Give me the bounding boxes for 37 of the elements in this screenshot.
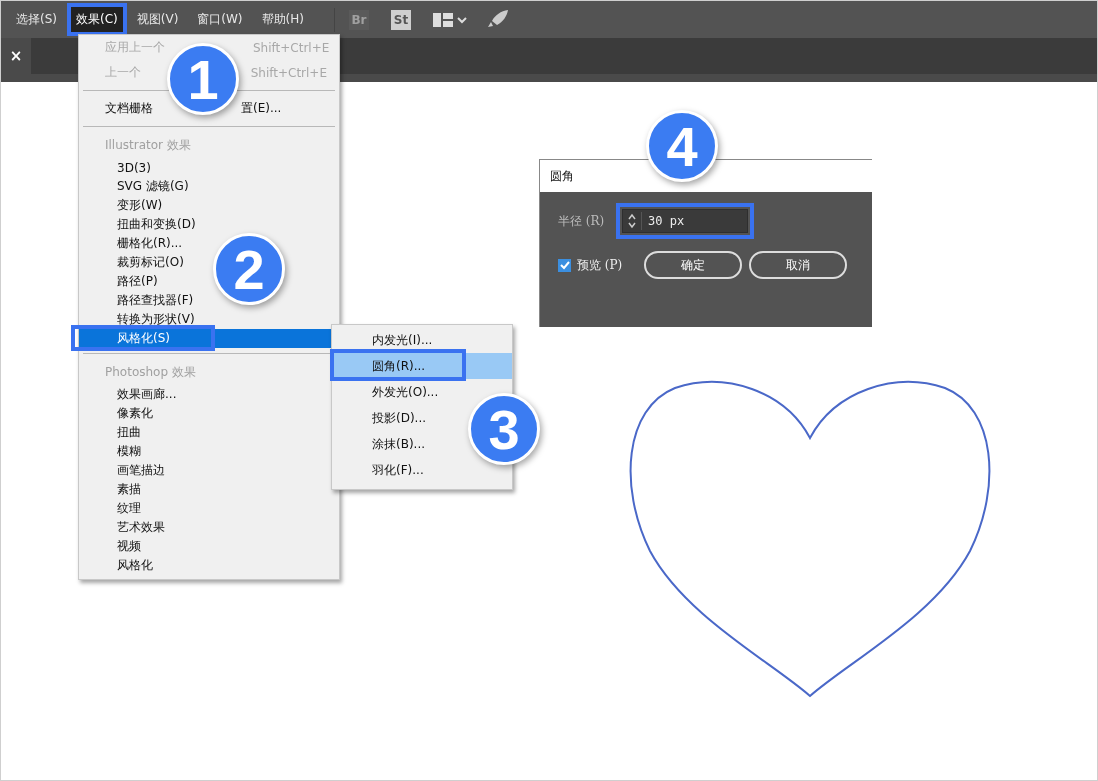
menu-item[interactable]: 像素化 xyxy=(79,404,159,423)
step-badge: 3 xyxy=(468,393,540,465)
shortcut-text: Shift+Ctrl+E xyxy=(250,65,327,80)
menu-item[interactable]: 置(E)... xyxy=(241,100,282,117)
menu-item[interactable]: 文档栅格 xyxy=(105,100,153,117)
menu-item[interactable]: SVG 滤镜(G) xyxy=(79,177,195,196)
menu-item[interactable]: 3D(3) xyxy=(79,158,157,177)
menu-item[interactable]: 窗口(W) xyxy=(192,7,248,32)
menu-item[interactable]: 艺术效果 xyxy=(79,518,171,537)
menu-item[interactable]: 栅格化(R)... xyxy=(79,234,189,253)
menu-item[interactable]: 效果画廊... xyxy=(79,385,183,404)
menu-item[interactable]: 路径查找器(F) xyxy=(79,291,200,310)
menu-section-header: Photoshop 效果 xyxy=(104,363,196,381)
checkbox-label: 预览 (P) xyxy=(577,256,623,274)
menu-item[interactable]: 素描 xyxy=(79,480,147,499)
menu-item[interactable]: 视图(V) xyxy=(131,7,184,32)
menu-item[interactable]: 选择(S) xyxy=(11,7,62,32)
menu-item[interactable]: 扭曲和变换(D) xyxy=(79,215,202,234)
menu-item[interactable]: 风格化 xyxy=(79,556,159,575)
close-tab-button[interactable]: × xyxy=(1,38,31,74)
menu-item[interactable]: 扭曲 xyxy=(79,423,147,442)
ok-button[interactable]: 确定 xyxy=(644,251,743,279)
menu-item[interactable]: 画笔描边 xyxy=(79,461,171,480)
field-label: 半径 (R) xyxy=(558,212,606,230)
menu-section-header: Illustrator 效果 xyxy=(104,136,191,154)
menu-item[interactable]: 帮助(H) xyxy=(256,7,309,32)
menu-item[interactable]: 变形(W) xyxy=(79,196,169,215)
menu-item[interactable]: 纹理 xyxy=(79,499,147,518)
submenu-item[interactable]: 圆角(R)... xyxy=(332,353,512,379)
shortcut-text: Shift+Ctrl+E xyxy=(253,40,330,55)
menu-item[interactable]: 转换为形状(V) xyxy=(79,310,201,329)
menu-item[interactable]: 路径(P) xyxy=(79,272,164,291)
menu-item[interactable]: 模糊 xyxy=(79,442,147,461)
menu-item[interactable]: 视频 xyxy=(79,537,147,556)
cancel-button[interactable]: 取消 xyxy=(749,251,848,279)
app-icon[interactable]: St xyxy=(390,9,411,30)
menu-item[interactable]: 裁剪标记(O) xyxy=(79,253,190,272)
